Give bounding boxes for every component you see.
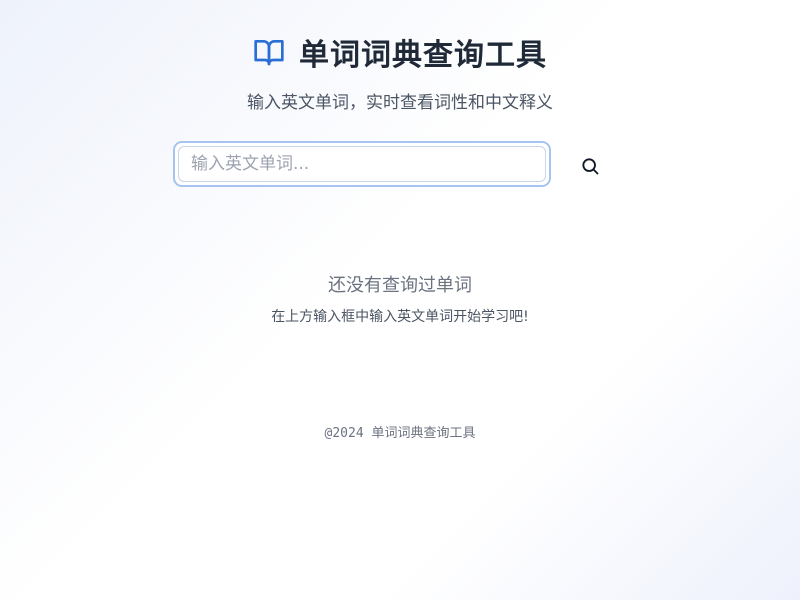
app-header: 单词词典查询工具 (0, 30, 800, 74)
book-open-icon (253, 36, 285, 68)
empty-state-title: 还没有查询过单词 (328, 275, 472, 296)
search-input[interactable] (178, 146, 546, 182)
app-subtitle: 输入英文单词，实时查看词性和中文释义 (247, 93, 553, 113)
search-box (173, 141, 551, 187)
search-button[interactable] (574, 150, 606, 182)
empty-state-hint: 在上方输入框中输入英文单词开始学习吧! (271, 309, 529, 325)
search-icon (580, 156, 600, 176)
app-title: 单词词典查询工具 (299, 38, 547, 73)
footer-copyright: @2024 单词词典查询工具 (324, 426, 476, 441)
